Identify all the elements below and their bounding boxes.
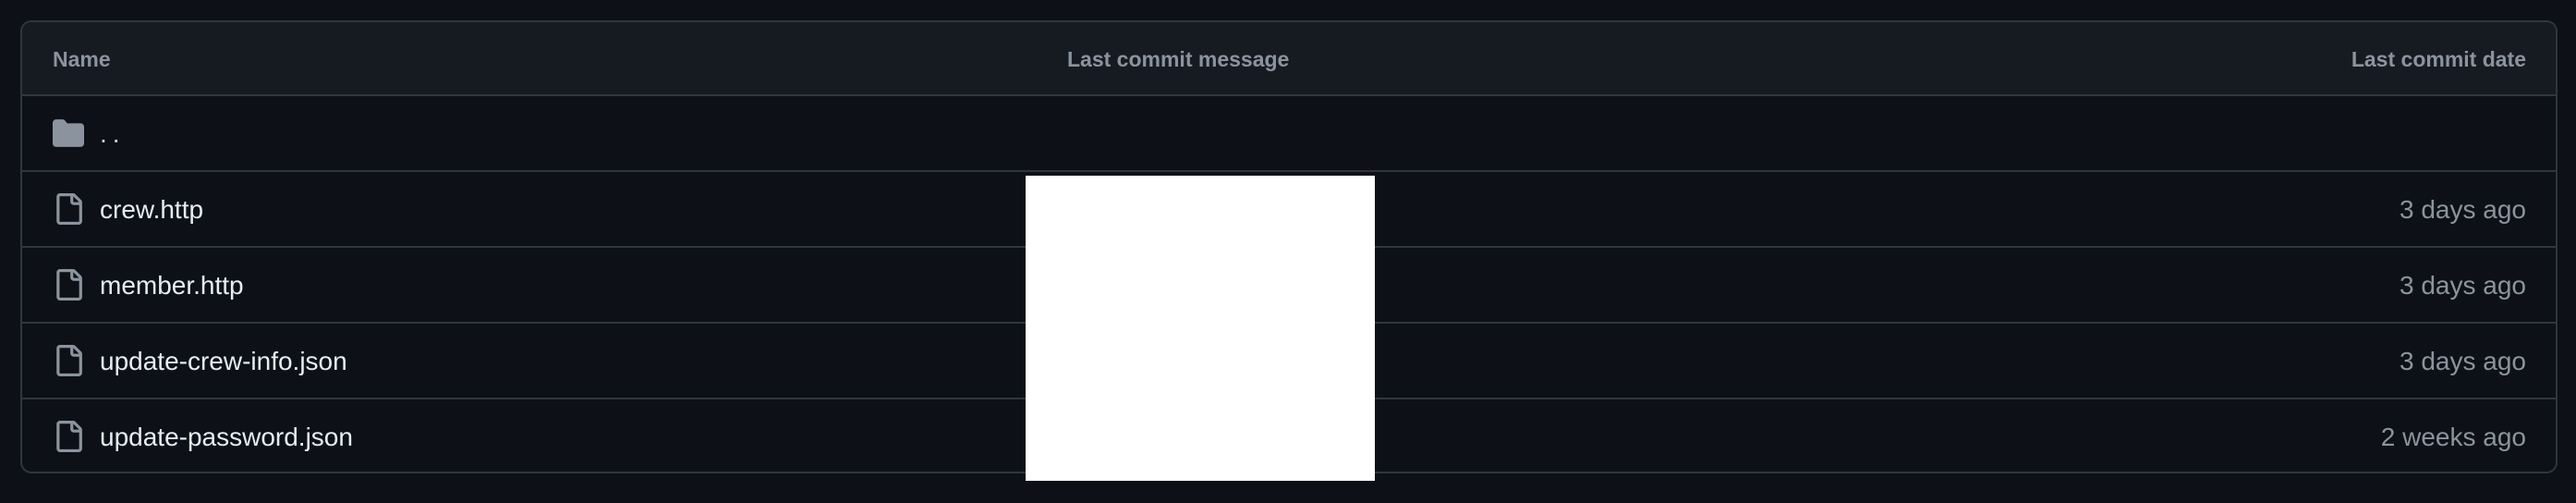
redaction-box — [1026, 176, 1375, 481]
commit-date: 3 days ago — [2400, 271, 2526, 300]
parent-directory-link[interactable]: .. — [100, 96, 126, 172]
table-row-parent-directory[interactable]: .. — [22, 96, 2556, 172]
folder-icon — [53, 119, 84, 147]
file-name-link[interactable]: update-crew-info.json — [100, 324, 347, 399]
file-icon — [56, 193, 82, 225]
header-last-commit-date: Last commit date — [2351, 47, 2526, 71]
file-icon — [56, 269, 82, 301]
file-name-link[interactable]: update-password.json — [100, 399, 353, 472]
header-name: Name — [53, 47, 111, 71]
file-icon — [56, 421, 82, 452]
file-name-link[interactable]: member.http — [100, 248, 244, 324]
file-icon — [56, 345, 82, 376]
table-header: Name Last commit message Last commit dat… — [22, 22, 2556, 96]
commit-date: 2 weeks ago — [2380, 423, 2526, 451]
header-last-commit-message: Last commit message — [1067, 47, 1290, 71]
commit-date: 3 days ago — [2400, 347, 2526, 375]
commit-date: 3 days ago — [2400, 195, 2526, 224]
file-name-link[interactable]: crew.http — [100, 172, 203, 248]
